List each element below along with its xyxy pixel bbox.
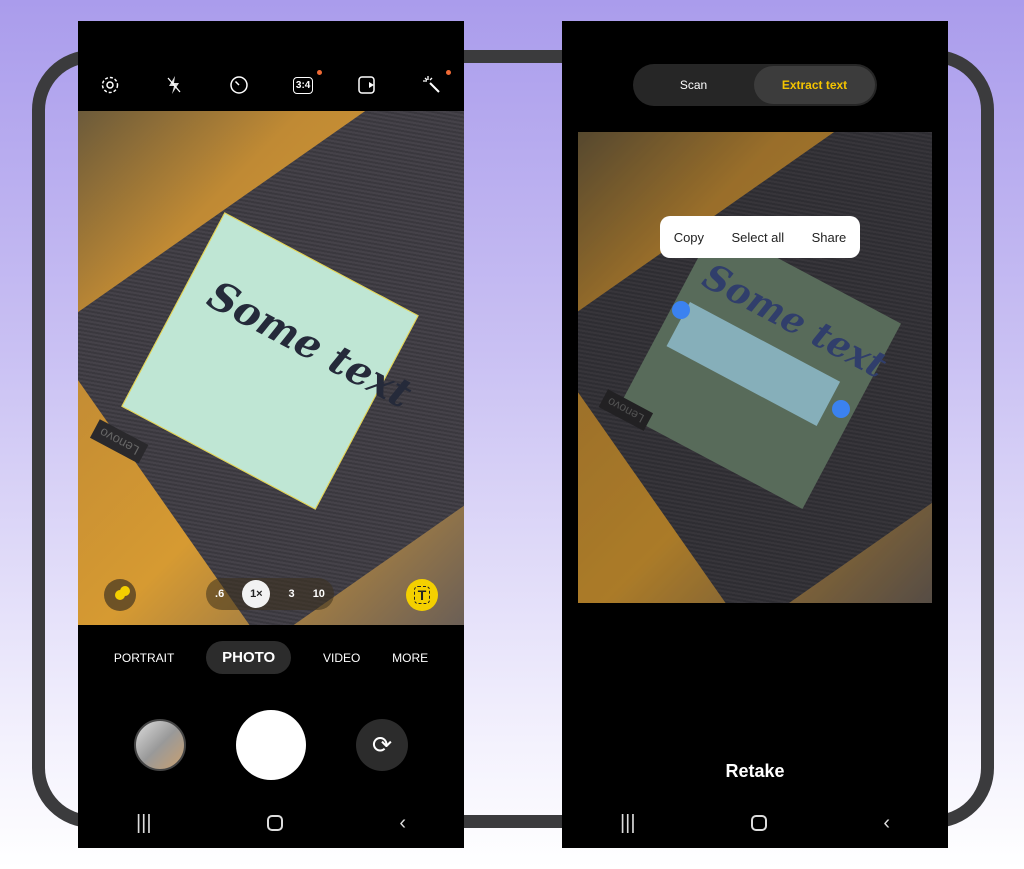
zoom-1x[interactable]: 1×: [242, 580, 271, 608]
nav-bar: ||| ‹: [78, 808, 464, 838]
selection-end-handle[interactable]: [832, 400, 850, 418]
camera-toolbar: 3:4: [78, 21, 464, 111]
motion-photo-icon[interactable]: [354, 72, 380, 98]
gallery-thumbnail[interactable]: [134, 719, 186, 771]
tab-scan[interactable]: Scan: [633, 78, 754, 92]
mode-video[interactable]: VIDEO: [323, 651, 360, 665]
gear-icon[interactable]: [97, 72, 123, 98]
recents-icon[interactable]: |||: [136, 812, 152, 835]
timer-icon[interactable]: [226, 72, 252, 98]
selection-start-handle[interactable]: [672, 301, 690, 319]
back-icon[interactable]: ‹: [883, 812, 890, 835]
ratio-label: 3:4: [292, 76, 314, 94]
scan-mode-tabs: Scan Extract text: [633, 64, 877, 106]
zoom-0.6[interactable]: .6: [215, 588, 224, 600]
zoom-10[interactable]: 10: [313, 588, 325, 600]
share-menu-item[interactable]: Share: [812, 230, 847, 245]
mode-photo[interactable]: PHOTO: [206, 641, 292, 674]
flash-off-icon[interactable]: [161, 72, 187, 98]
effects-wand-icon[interactable]: [419, 70, 451, 98]
scan-text-button[interactable]: T: [406, 579, 438, 611]
text-scan-icon: T: [413, 586, 431, 604]
home-icon[interactable]: [751, 815, 768, 831]
zoom-selector: .6 1× 3 10: [206, 578, 334, 610]
mode-selector: PORTRAIT PHOTO VIDEO MORE: [78, 641, 464, 674]
select-all-menu-item[interactable]: Select all: [731, 230, 784, 245]
switch-camera-icon: ⟳: [371, 731, 393, 759]
back-icon[interactable]: ‹: [399, 812, 406, 835]
captured-image: Some text Lenovo: [578, 132, 932, 603]
copy-menu-item[interactable]: Copy: [674, 230, 704, 245]
text-context-menu: Copy Select all Share: [660, 216, 860, 258]
extract-text-screen: Scan Extract text Some text Lenovo Copy …: [562, 21, 948, 848]
ratio-icon[interactable]: 3:4: [290, 70, 323, 98]
mode-more[interactable]: MORE: [392, 651, 428, 665]
camera-viewfinder[interactable]: Some text Lenovo T: [78, 111, 464, 625]
tab-extract-text[interactable]: Extract text: [754, 66, 875, 104]
recents-icon[interactable]: |||: [620, 812, 636, 835]
home-icon[interactable]: [267, 815, 284, 831]
mode-portrait[interactable]: PORTRAIT: [114, 651, 174, 665]
bixby-vision-icon[interactable]: [104, 579, 136, 611]
camera-screen: 3:4 Some text Lenovo T .6 1× 3 10 PORTRA…: [78, 21, 464, 848]
shutter-button[interactable]: [236, 710, 306, 780]
retake-button[interactable]: Retake: [562, 761, 948, 782]
nav-bar: ||| ‹: [562, 808, 948, 838]
switch-camera-button[interactable]: ⟳: [356, 719, 408, 771]
zoom-3[interactable]: 3: [288, 588, 294, 600]
